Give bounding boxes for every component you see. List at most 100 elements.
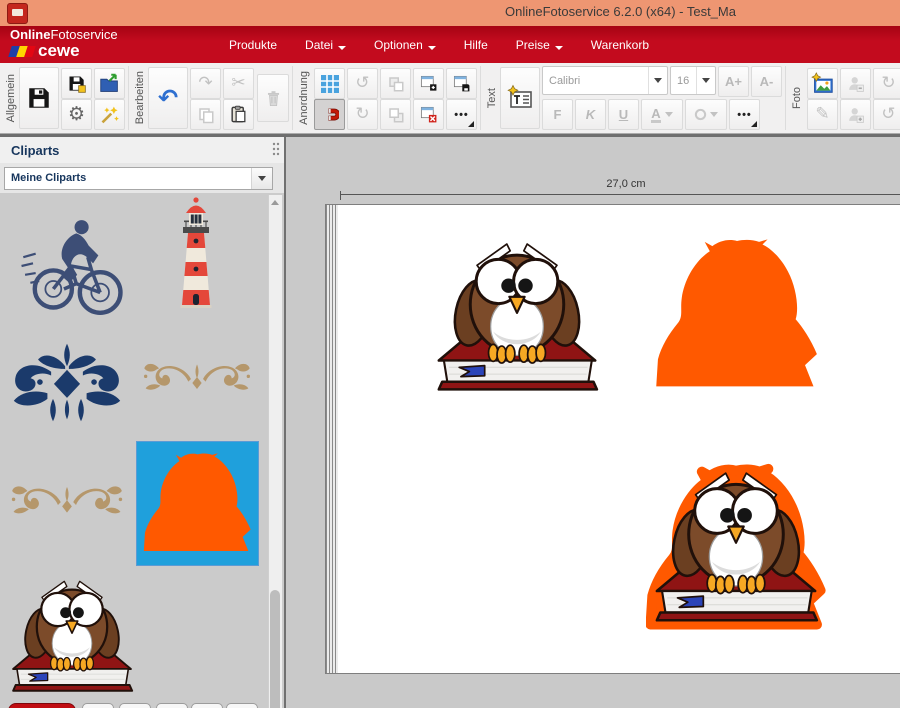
scrollbar-thumb[interactable]: [270, 590, 280, 708]
paste-button[interactable]: [223, 99, 254, 130]
layer-to-front-icon: [419, 74, 438, 93]
group-label-foto: Foto: [791, 87, 803, 109]
clipart-owl-on-book[interactable]: [8, 571, 136, 703]
chevron-down-icon[interactable]: [648, 67, 667, 94]
rotate-cw-button[interactable]: ↻: [347, 99, 378, 130]
menu-produkte[interactable]: Produkte: [215, 34, 291, 56]
clipart-damask-ornament[interactable]: [6, 341, 128, 425]
canvas-item-owl-outlined[interactable]: [644, 459, 828, 639]
save-as-button[interactable]: [61, 68, 92, 99]
page-tab-1[interactable]: [82, 703, 114, 708]
delete-button[interactable]: [257, 74, 289, 122]
layer-delete-icon: [419, 105, 438, 124]
font-color-button[interactable]: A: [641, 99, 683, 130]
layer-save-icon: [452, 74, 471, 93]
save-button[interactable]: [19, 67, 59, 129]
brand-cewe: cewe: [38, 42, 80, 61]
panel-scrollbar[interactable]: [268, 195, 282, 708]
scroll-up-icon[interactable]: [271, 200, 279, 205]
width-dimension-label: 27,0 cm: [606, 178, 645, 190]
cut-icon: ✂: [231, 75, 245, 92]
page-tab-5[interactable]: [226, 703, 258, 708]
toolbar-group-allgemein: Allgemein ⚙: [0, 66, 129, 130]
magic-wand-icon: [99, 104, 120, 125]
font-size-combo[interactable]: 16: [670, 66, 716, 95]
menu-hilfe[interactable]: Hilfe: [450, 34, 502, 56]
font-family-combo[interactable]: Calibri: [542, 66, 668, 95]
layer-backward-button[interactable]: [380, 99, 411, 130]
canvas-item-owl-on-book[interactable]: [432, 232, 602, 404]
snap-magnet-button[interactable]: [314, 99, 345, 130]
undo-button[interactable]: ↶: [148, 67, 188, 129]
layer-delete-button[interactable]: [413, 99, 444, 130]
grid-button[interactable]: [314, 68, 345, 99]
clipart-owl-silhouette[interactable]: [136, 441, 259, 566]
italic-button[interactable]: K: [575, 99, 606, 130]
menu-datei[interactable]: Datei: [291, 34, 360, 56]
text-more-button[interactable]: •••: [729, 99, 760, 130]
underline-button[interactable]: U: [608, 99, 639, 130]
cewe-flag-icon: [8, 46, 36, 57]
add-photo-button[interactable]: [807, 68, 838, 99]
clipart-lighthouse[interactable]: [166, 193, 226, 313]
paste-icon: [229, 105, 248, 124]
toolbar-group-anordnung: Anordnung ↺ ↻ ••: [293, 66, 481, 130]
person-add-button[interactable]: [840, 99, 871, 130]
add-photo-icon: [811, 72, 834, 95]
page-tab-2[interactable]: [119, 703, 151, 708]
fill-color-button[interactable]: [685, 99, 727, 130]
clipart-gold-ornament-2[interactable]: [8, 477, 126, 519]
copy-button[interactable]: [190, 99, 221, 130]
clipart-mountain-biker[interactable]: [18, 197, 124, 335]
page-tab-4[interactable]: [191, 703, 223, 708]
brand-logo: OnlineFotoservice cewe: [10, 28, 118, 61]
group-label-allgemein: Allgemein: [5, 74, 17, 122]
save-icon: [26, 85, 52, 111]
layer-backward-icon: [387, 106, 405, 124]
menu-preise[interactable]: Preise: [502, 34, 577, 56]
layer-to-front-button[interactable]: [413, 68, 444, 99]
group-label-bearbeiten: Bearbeiten: [134, 71, 146, 124]
font-size-value: 16: [671, 75, 696, 87]
layer-save-button[interactable]: [446, 68, 477, 99]
canvas-item-owl-silhouette[interactable]: [648, 230, 826, 400]
chevron-down-icon[interactable]: [251, 168, 272, 189]
design-canvas[interactable]: 27,0 cm: [286, 137, 900, 708]
owl-silhouette-icon: [141, 446, 254, 561]
layer-forward-button[interactable]: [380, 68, 411, 99]
font-smaller-button[interactable]: A-: [751, 66, 782, 97]
rotate-cw-icon: ↻: [355, 106, 369, 123]
clipart-gold-ornament[interactable]: [140, 355, 254, 395]
menu-optionen[interactable]: Optionen: [360, 34, 450, 56]
cut-button[interactable]: ✂: [223, 68, 254, 99]
anordnung-more-button[interactable]: •••: [446, 99, 477, 130]
person-remove-button[interactable]: [840, 68, 871, 99]
chevron-down-icon: [555, 46, 563, 50]
cliparts-panel: Cliparts Meine Cliparts: [0, 137, 286, 708]
chevron-down-icon[interactable]: [696, 67, 715, 94]
redo-button[interactable]: ↷: [190, 68, 221, 99]
rotate-ccw-button[interactable]: ↺: [347, 68, 378, 99]
photo-rotate-ccw-button[interactable]: ↺: [873, 99, 900, 130]
edit-photo-button[interactable]: ✎: [807, 99, 838, 130]
rotate-cw-icon: ↻: [881, 75, 895, 92]
save-as-icon: [67, 74, 87, 94]
open-button[interactable]: [94, 68, 125, 99]
panel-grip-icon[interactable]: [272, 142, 280, 158]
dropdown-value: Meine Cliparts: [5, 172, 251, 184]
fill-color-icon: [694, 108, 707, 121]
add-text-button[interactable]: [500, 67, 540, 129]
title-bar: OnlineFotoservice 6.2.0 (x64) - Test_Ma: [0, 0, 900, 26]
brand-fotoservice: Fotoservice: [50, 27, 117, 42]
cliparts-category-dropdown[interactable]: Meine Cliparts: [4, 167, 273, 190]
page-tab-3[interactable]: [156, 703, 188, 708]
chevron-down-icon: [338, 46, 346, 50]
bold-button[interactable]: F: [542, 99, 573, 130]
settings-button[interactable]: ⚙: [61, 99, 92, 130]
add-page-button[interactable]: [8, 703, 76, 708]
font-larger-button[interactable]: A+: [718, 66, 749, 97]
menu-warenkorb[interactable]: Warenkorb: [577, 34, 663, 56]
photo-rotate-cw-button[interactable]: ↻: [873, 68, 900, 99]
assistant-button[interactable]: [94, 99, 125, 130]
edit-photo-icon: ✎: [815, 106, 829, 123]
